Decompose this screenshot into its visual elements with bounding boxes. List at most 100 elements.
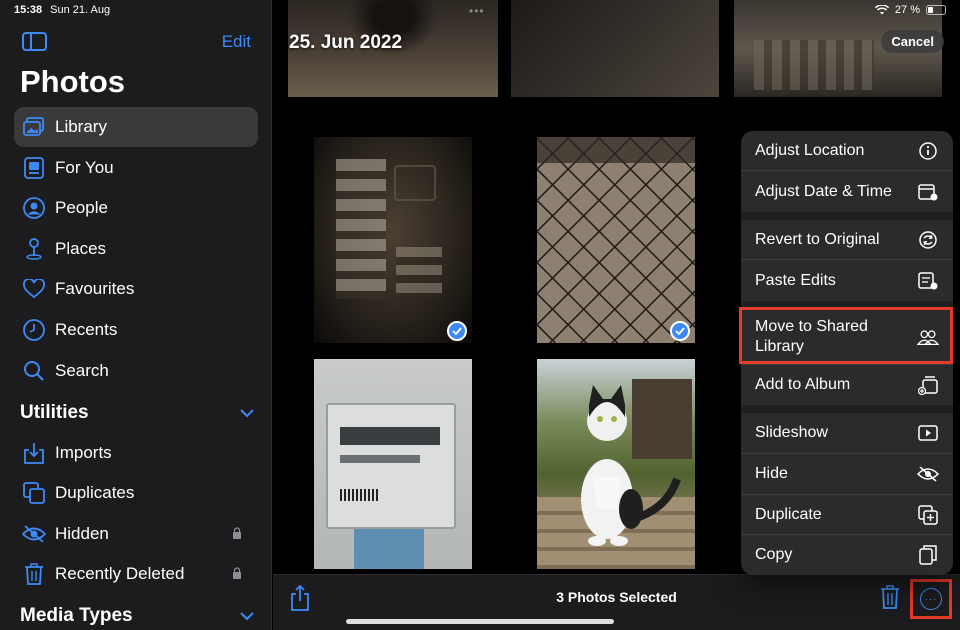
sidebar-item-search[interactable]: Search bbox=[14, 351, 258, 391]
eye-slash-icon bbox=[22, 522, 46, 546]
menu-item-copy[interactable]: Copy bbox=[741, 535, 953, 575]
ellipsis-icon: ··· bbox=[920, 588, 942, 610]
for-you-icon bbox=[22, 156, 46, 180]
menu-item-adjust-date-time[interactable]: Adjust Date & Time bbox=[741, 171, 953, 212]
calendar-icon bbox=[917, 181, 939, 203]
photo-thumbnail[interactable] bbox=[537, 137, 695, 343]
info-icon bbox=[917, 140, 939, 162]
home-indicator[interactable] bbox=[346, 619, 614, 624]
sidebar-item-label: People bbox=[55, 198, 108, 217]
sidebar-item-hidden[interactable]: Hidden bbox=[14, 514, 258, 554]
sidebar-toggle-icon[interactable] bbox=[22, 32, 47, 51]
section-title: Utilities bbox=[20, 402, 89, 423]
selected-check-icon bbox=[447, 321, 467, 341]
section-title: Media Types bbox=[20, 605, 133, 626]
heart-icon bbox=[22, 277, 46, 301]
sidebar-item-for-you[interactable]: For You bbox=[14, 148, 258, 188]
status-date: Sun 21. Aug bbox=[50, 4, 111, 16]
menu-item-paste-edits[interactable]: Paste Edits bbox=[741, 260, 953, 301]
sidebar-item-label: Recents bbox=[55, 320, 118, 339]
sidebar-item-favourites[interactable]: Favourites bbox=[14, 269, 258, 309]
sidebar-item-label: Library bbox=[55, 117, 107, 136]
battery-percent: 27 % bbox=[894, 4, 920, 16]
menu-item-hide[interactable]: Hide bbox=[741, 454, 953, 495]
sidebar-item-places[interactable]: Places bbox=[14, 229, 258, 269]
selected-check-icon bbox=[670, 321, 690, 341]
sidebar-item-label: Search bbox=[55, 361, 109, 380]
menu-item-adjust-location[interactable]: Adjust Location bbox=[741, 131, 953, 171]
pin-icon bbox=[22, 237, 46, 261]
menu-item-label: Adjust Date & Time bbox=[755, 182, 892, 200]
menu-item-label: Revert to Original bbox=[755, 230, 880, 248]
menu-item-move-to-shared-library[interactable]: Move to Shared Library bbox=[741, 309, 953, 365]
sidebar-item-duplicates[interactable]: Duplicates bbox=[14, 473, 258, 513]
chevron-down-icon bbox=[240, 608, 254, 624]
add-album-icon bbox=[917, 374, 939, 396]
menu-item-label: Copy bbox=[755, 546, 793, 563]
battery-icon bbox=[926, 5, 946, 15]
menu-separator bbox=[741, 212, 953, 220]
wifi-icon bbox=[874, 5, 889, 15]
section-utilities[interactable]: Utilities bbox=[20, 402, 254, 424]
sidebar-item-label: Duplicates bbox=[55, 483, 135, 502]
duplicate-icon bbox=[22, 481, 46, 505]
people-icon bbox=[917, 326, 939, 348]
photo-thumbnail[interactable] bbox=[314, 359, 472, 569]
date-heading: 25. Jun 2022 bbox=[289, 32, 403, 53]
sidebar-item-people[interactable]: People bbox=[14, 188, 258, 228]
menu-item-label: Hide bbox=[755, 465, 788, 482]
menu-item-duplicate[interactable]: Duplicate bbox=[741, 495, 953, 535]
copy-icon bbox=[917, 544, 939, 566]
status-time: 15:38 bbox=[14, 4, 43, 16]
page-title: Photos bbox=[20, 64, 126, 99]
menu-item-label: Slideshow bbox=[755, 424, 828, 441]
menu-item-add-to-album[interactable]: Add to Album bbox=[741, 365, 953, 405]
trash-icon bbox=[22, 562, 46, 586]
more-button[interactable]: ··· bbox=[910, 579, 952, 619]
sidebar-item-label: Places bbox=[55, 239, 107, 258]
chevron-down-icon bbox=[240, 405, 254, 421]
trash-icon[interactable] bbox=[880, 585, 900, 609]
library-icon bbox=[22, 115, 46, 139]
menu-item-label: Adjust Location bbox=[755, 141, 865, 159]
sidebar: Edit Photos Library For You People Place… bbox=[0, 0, 272, 630]
sidebar-item-label: Imports bbox=[55, 443, 112, 462]
clock-icon bbox=[22, 318, 46, 342]
cancel-button[interactable]: Cancel bbox=[881, 30, 944, 53]
context-menu: Adjust Location Adjust Date & Time Rever… bbox=[741, 131, 953, 575]
eye-slash-icon bbox=[917, 463, 939, 485]
sidebar-item-label: Recently Deleted bbox=[55, 564, 185, 583]
search-icon bbox=[22, 359, 46, 383]
sidebar-item-label: Favourites bbox=[55, 279, 135, 298]
menu-item-slideshow[interactable]: Slideshow bbox=[741, 413, 953, 454]
sidebar-item-recents[interactable]: Recents bbox=[14, 310, 258, 350]
edit-button[interactable]: Edit bbox=[222, 32, 251, 52]
revert-icon bbox=[917, 229, 939, 251]
photo-thumbnail[interactable] bbox=[314, 137, 472, 343]
photo-thumbnail[interactable] bbox=[511, 0, 719, 97]
lock-icon bbox=[233, 567, 241, 579]
sidebar-item-label: For You bbox=[55, 158, 114, 177]
menu-item-label: Paste Edits bbox=[755, 271, 836, 289]
person-icon bbox=[22, 196, 46, 220]
sidebar-item-imports[interactable]: Imports bbox=[14, 433, 258, 473]
sidebar-item-library[interactable]: Library bbox=[14, 107, 258, 147]
menu-item-revert-to-original[interactable]: Revert to Original bbox=[741, 220, 953, 260]
status-bar-left: 15:38 Sun 21. Aug bbox=[14, 4, 110, 16]
duplicate-icon bbox=[917, 504, 939, 526]
status-bar-right: 27 % bbox=[874, 4, 946, 16]
menu-separator bbox=[741, 405, 953, 413]
menu-separator bbox=[741, 301, 953, 309]
sidebar-item-recently-deleted[interactable]: Recently Deleted bbox=[14, 554, 258, 594]
play-icon bbox=[917, 422, 939, 444]
section-media-types[interactable]: Media Types bbox=[20, 605, 254, 627]
menu-item-label: Add to Album bbox=[755, 376, 851, 393]
photo-thumbnail[interactable] bbox=[537, 359, 695, 569]
sidebar-item-label: Hidden bbox=[55, 524, 109, 543]
menu-item-label: Duplicate bbox=[755, 505, 822, 523]
menu-item-label: Move to Shared Library bbox=[755, 317, 868, 355]
selection-count: 3 Photos Selected bbox=[556, 589, 677, 605]
lock-icon bbox=[233, 527, 241, 539]
more-dots-icon[interactable]: ••• bbox=[469, 4, 485, 18]
paste-edits-icon bbox=[917, 270, 939, 292]
